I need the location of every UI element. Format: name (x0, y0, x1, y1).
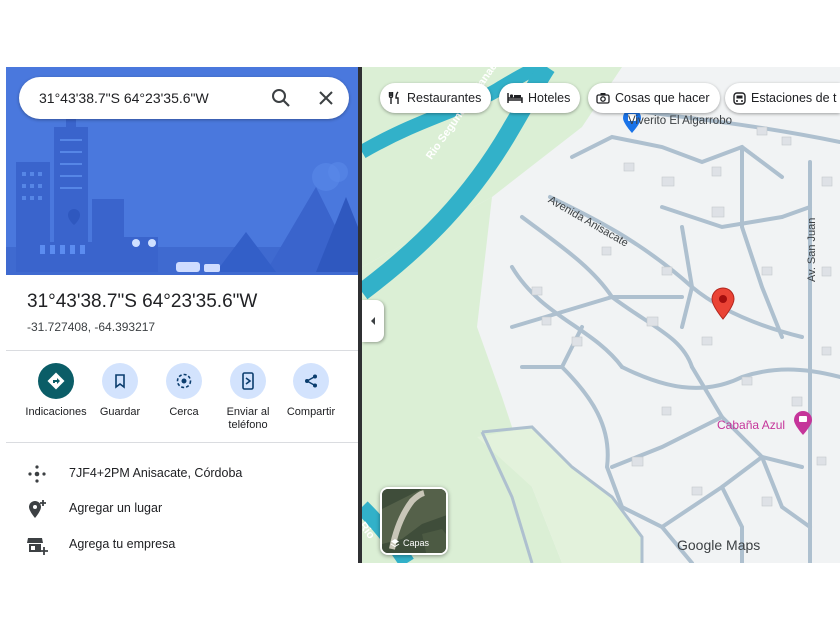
chip-gas-stations[interactable]: Estaciones de t (725, 83, 840, 113)
restaurant-icon (388, 91, 399, 104)
plus-code-text: 7JF4+2PM Anisacate, Córdoba (69, 466, 243, 480)
chip-restaurants[interactable]: Restaurantes (380, 83, 492, 113)
hero-illustration (6, 67, 358, 275)
nearby-icon (176, 373, 192, 389)
add-business-row[interactable]: Agrega tu empresa (6, 530, 358, 560)
save-label: Guardar (99, 406, 141, 418)
bookmark-icon (115, 374, 125, 389)
divider (6, 442, 358, 443)
share-button[interactable]: Compartir (278, 363, 344, 419)
chip-things-to-do[interactable]: Cosas que hacer (588, 83, 720, 113)
chip-hotels-label: Hoteles (528, 91, 571, 105)
google-maps-logo: Google Maps (677, 537, 761, 553)
nearby-button[interactable]: Cerca (151, 363, 217, 419)
chip-hotels[interactable]: Hoteles (499, 83, 581, 113)
add-business-text: Agrega tu empresa (69, 537, 176, 551)
camera-icon (596, 93, 610, 104)
share-icon (305, 374, 317, 388)
hotel-icon (507, 93, 523, 103)
share-label: Compartir (286, 406, 336, 418)
save-button[interactable]: Guardar (87, 363, 153, 419)
add-place-text: Agregar un lugar (69, 501, 163, 515)
search-icon[interactable] (269, 86, 293, 110)
search-box[interactable] (19, 77, 349, 119)
map-canvas[interactable]: Viverito El Algarrobo Rio Segundo O Xana… (362, 67, 840, 563)
close-icon[interactable] (314, 86, 338, 110)
chip-gas-stations-label: Estaciones de t (751, 91, 837, 105)
directions-button[interactable]: Indicaciones (23, 363, 89, 419)
poi-label-cabana[interactable]: Cabaña Azul (717, 418, 785, 432)
plus-code-icon (28, 465, 46, 483)
chip-things-to-do-label: Cosas que hacer (615, 91, 710, 105)
divider (6, 350, 358, 351)
gas-station-icon (733, 91, 746, 105)
add-place-row[interactable]: Agregar un lugar (6, 494, 358, 524)
collapse-panel-button[interactable] (362, 300, 384, 342)
road-label-san-juan: Av. San Juan (806, 217, 818, 282)
directions-label: Indicaciones (25, 406, 87, 418)
plus-code-row[interactable]: 7JF4+2PM Anisacate, Córdoba (6, 459, 358, 489)
directions-icon (47, 372, 65, 390)
place-title: 31°43'38.7"S 64°23'35.6"W (27, 291, 258, 312)
chevron-left-icon (371, 317, 375, 325)
send-to-phone-button[interactable]: Enviar al teléfono (215, 363, 281, 432)
add-business-icon (27, 538, 48, 555)
decimal-coordinates[interactable]: -31.727408, -64.393217 (27, 320, 155, 334)
layers-label: Capas (403, 538, 430, 548)
poi-label-viverito[interactable]: Viverito El Algarrobo (628, 115, 732, 127)
nearby-label: Cerca (169, 406, 199, 418)
send-to-phone-icon (242, 372, 254, 390)
layers-button[interactable]: Capas (380, 487, 448, 555)
chip-restaurants-label: Restaurantes (407, 91, 482, 105)
place-panel: 31°43'38.7"S 64°23'35.6"W -31.727408, -6… (6, 67, 358, 563)
action-bar: Indicaciones Guardar Cerca Enviar al tel… (6, 363, 358, 443)
send-to-phone-label: Enviar al teléfono (226, 406, 270, 431)
search-input[interactable] (39, 87, 259, 109)
add-place-icon (29, 500, 46, 518)
layers-icon (390, 539, 400, 548)
maps-window: 31°43'38.7"S 64°23'35.6"W -31.727408, -6… (6, 67, 840, 563)
